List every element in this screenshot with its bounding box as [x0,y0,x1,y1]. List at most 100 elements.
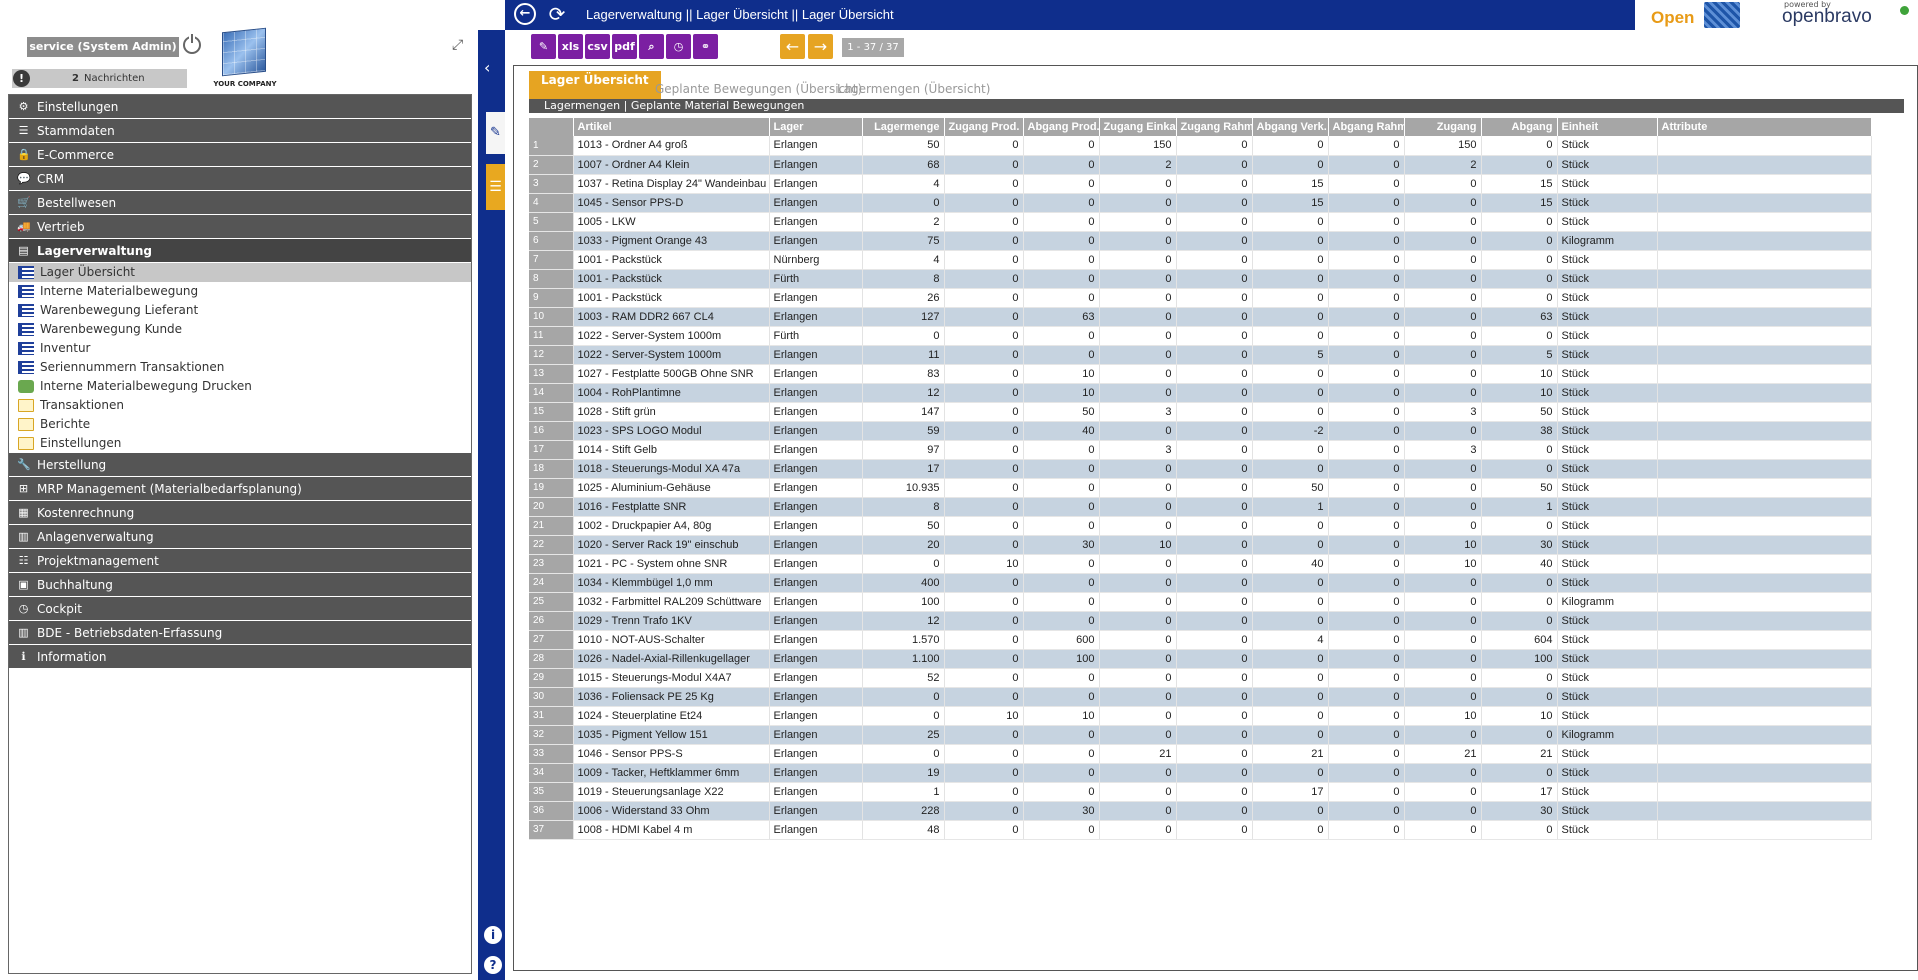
attach-button[interactable]: ✎ [531,34,556,59]
menu-item[interactable]: Warenbewegung Kunde [9,320,471,339]
menu-item[interactable]: Transaktionen [9,396,471,415]
user-role-button[interactable]: service (System Admin) [27,37,179,57]
table-row[interactable]: 13 1027 - Festplatte 500GB Ohne SNR Erlang… [529,364,1872,384]
menu-item[interactable]: Einstellungen [9,434,471,453]
menu-category[interactable]: ▥ BDE - Betriebsdaten-Erfassung [9,621,471,645]
table-row[interactable]: 33 1046 - Sensor PPS-S Erlangen 0 0 0 21 0 21 0 21… [529,744,1872,764]
table-row[interactable]: 17 1014 - Stift Gelb Erlangen 97 0 0 3 0 0 0 3 0 Stü… [529,440,1872,460]
table-row[interactable]: 31 1024 - Steuerplatine Et24 Erlangen 0 10 10… [529,706,1872,726]
column-header[interactable]: Attribute [1657,118,1872,136]
table-row[interactable]: 22 1020 - Server Rack 19" einschub Erlange… [529,535,1872,555]
menu-item[interactable]: Inventur [9,339,471,358]
menu-category[interactable]: 🔒 E-Commerce [9,143,471,167]
menu-item[interactable]: Seriennummern Transaktionen [9,358,471,377]
table-cell: 0 [1099,687,1177,707]
column-header[interactable]: Zugang [1404,118,1482,136]
sub-tab-bar[interactable]: Lagermengen | Geplante Material Bewegung… [529,99,1904,113]
table-row[interactable]: 9 1001 - Packstück Erlangen 26 0 0 0 0 0 0 0 0 Stück [529,288,1872,308]
menu-item[interactable]: Berichte [9,415,471,434]
messages-button[interactable]: ! 2 Nachrichten [12,69,187,88]
column-header[interactable]: Abgang Verk. [1252,118,1329,136]
export-xls-button[interactable]: xls [558,34,583,59]
menu-category[interactable]: ☰ Stammdaten [9,119,471,143]
table-row[interactable]: 36 1006 - Widerstand 33 Ohm Erlangen 228 0 30… [529,801,1872,821]
table-row[interactable]: 34 1009 - Tacker, Heftklammer 6mm Erlangen… [529,763,1872,783]
table-row[interactable]: 10 1003 - RAM DDR2 667 CL4 Erlangen 127 0 63 0… [529,307,1872,327]
menu-item[interactable]: Interne Materialbewegung Drucken [9,377,471,396]
info-icon[interactable]: i [484,926,502,944]
table-row[interactable]: 24 1034 - Klemmbügel 1,0 mm Erlangen 400 0 0 0… [529,573,1872,593]
column-header[interactable]: Abgang Rahm [1328,118,1405,136]
table-row[interactable]: 11 1022 - Server-System 1000m Fürth 0 0 0 0 0 0 0… [529,326,1872,346]
logout-power-icon[interactable] [183,34,201,54]
tab-0[interactable]: Lager Übersicht [529,71,661,99]
menu-category[interactable]: ▦ Kostenrechnung [9,501,471,525]
table-row[interactable]: 14 1004 - RohPlantimne Erlangen 12 0 10 0 0 0 0 0 1… [529,383,1872,403]
table-row[interactable]: 25 1032 - Farbmittel RAL209 Schüttware Erl… [529,592,1872,612]
table-row[interactable]: 12 1022 - Server-System 1000m Erlangen 11 0 0… [529,345,1872,365]
menu-category[interactable]: 🔧 Herstellung [9,453,471,477]
column-header[interactable]: Abgang Prod. [1023,118,1100,136]
table-row[interactable]: 15 1028 - Stift grün Erlangen 147 0 50 3 0 0 0 3 50… [529,402,1872,422]
menu-category[interactable]: 💬 CRM [9,167,471,191]
back-arrow-icon[interactable]: ← [514,3,536,25]
column-header[interactable]: Artikel [573,118,770,136]
column-header[interactable] [529,118,574,136]
column-header[interactable]: Lager [769,118,863,136]
menu-category[interactable]: ▤ Lagerverwaltung [9,239,471,263]
menu-item[interactable]: Warenbewegung Lieferant [9,301,471,320]
export-csv-button[interactable]: csv [585,34,610,59]
previous-record-button[interactable]: ← [780,34,805,59]
table-row[interactable]: 30 1036 - Foliensack PE 25 Kg Erlangen 0 0 0 0… [529,687,1872,707]
menu-category[interactable]: ☷ Projektmanagement [9,549,471,573]
form-view-tab-icon[interactable]: ✎ [486,112,505,154]
table-row[interactable]: 6 1033 - Pigment Orange 43 Erlangen 75 0 0 0 0 0… [529,231,1872,251]
menu-category[interactable]: ▣ Buchhaltung [9,573,471,597]
column-header[interactable]: Abgang [1481,118,1558,136]
expand-icon[interactable]: ⤢ [452,38,466,52]
table-row[interactable]: 8 1001 - Packstück Fürth 8 0 0 0 0 0 0 0 0 Stück [529,269,1872,289]
menu-category[interactable]: ⚙ Einstellungen [9,95,471,119]
table-row[interactable]: 32 1035 - Pigment Yellow 151 Erlangen 25 0 0 0… [529,725,1872,745]
reload-icon[interactable]: ⟳ [546,3,568,25]
grid-view-tab-icon[interactable]: ☰ [486,164,505,210]
column-header[interactable]: Einheit [1557,118,1658,136]
search-button[interactable]: ⌕ [639,34,664,59]
menu-category[interactable]: 🛒 Bestellwesen [9,191,471,215]
table-row[interactable]: 18 1018 - Steuerungs-Modul XA 47a Erlangen… [529,459,1872,479]
table-row[interactable]: 29 1015 - Steuerungs-Modul X4A7 Erlangen 52… [529,668,1872,688]
table-row[interactable]: 7 1001 - Packstück Nürnberg 4 0 0 0 0 0 0 0 0 Stück [529,250,1872,270]
menu-category[interactable]: ℹ Information [9,645,471,669]
table-row[interactable]: 19 1025 - Aluminium-Gehäuse Erlangen 10.935… [529,478,1872,498]
table-row[interactable]: 1 1013 - Ordner A4 groß Erlangen 50 0 0 150 0 0 0… [529,136,1872,156]
menu-category[interactable]: ⊞ MRP Management (Materialbedarfsplanung) [9,477,471,501]
column-header[interactable]: Zugang Einkauf [1099,118,1177,136]
column-header[interactable]: Lagermenge [862,118,945,136]
menu-item[interactable]: Lager Übersicht [9,263,471,282]
table-row[interactable]: 5 1005 - LKW Erlangen 2 0 0 0 0 0 0 0 0 Stück [529,212,1872,232]
help-icon[interactable]: ? [484,956,502,974]
table-row[interactable]: 26 1029 - Trenn Trafo 1KV Erlangen 12 0 0 0 0 0 0… [529,611,1872,631]
menu-category[interactable]: 🚚 Vertrieb [9,215,471,239]
column-header[interactable]: Zugang Rahm [1176,118,1253,136]
menu-category[interactable]: ◷ Cockpit [9,597,471,621]
table-row[interactable]: 28 1026 - Nadel-Axial-Rillenkugellager Erl… [529,649,1872,669]
table-row[interactable]: 3 1037 - Retina Display 24" Wandeinbau Erl… [529,174,1872,194]
table-row[interactable]: 35 1019 - Steuerungsanlage X22 Erlangen 1 0 0… [529,782,1872,802]
table-row[interactable]: 23 1021 - PC - System ohne SNR Erlangen 0 10… [529,554,1872,574]
table-row[interactable]: 20 1016 - Festplatte SNR Erlangen 8 0 0 0 0 1 0 0 1… [529,497,1872,517]
export-pdf-button[interactable]: pdf [612,34,637,59]
menu-category[interactable]: ▥ Anlagenverwaltung [9,525,471,549]
table-row[interactable]: 27 1010 - NOT-AUS-Schalter Erlangen 1.570 0 6… [529,630,1872,650]
history-button[interactable]: ◷ [666,34,691,59]
table-row[interactable]: 37 1008 - HDMI Kabel 4 m Erlangen 48 0 0 0 0 0 0 0… [529,820,1872,840]
table-row[interactable]: 21 1002 - Druckpapier A4, 80g Erlangen 50 0 0… [529,516,1872,536]
collapse-chevron-left-icon[interactable]: ‹ [484,58,500,78]
table-row[interactable]: 2 1007 - Ordner A4 Klein Erlangen 68 0 0 2 0 0 0 2… [529,155,1872,175]
table-row[interactable]: 16 1023 - SPS LOGO Modul Erlangen 59 0 40 0 0 -2… [529,421,1872,441]
menu-item[interactable]: Interne Materialbewegung [9,282,471,301]
link-button[interactable]: ⚭ [693,34,718,59]
table-row[interactable]: 4 1045 - Sensor PPS-D Erlangen 0 0 0 0 0 15 0 0 15 S… [529,193,1872,213]
next-record-button[interactable]: → [808,34,833,59]
column-header[interactable]: Zugang Prod. [944,118,1024,136]
